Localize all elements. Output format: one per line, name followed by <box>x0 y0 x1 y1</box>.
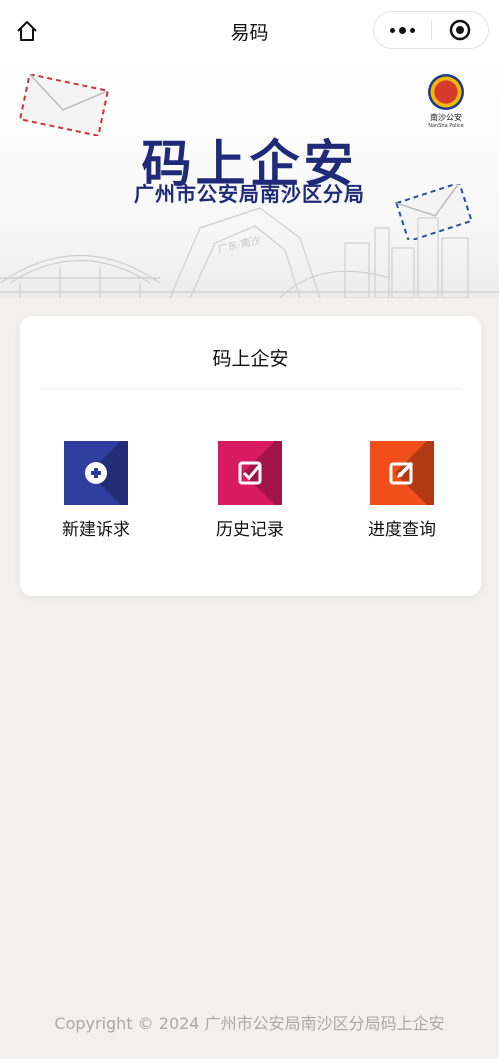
progress-query-button[interactable]: 进度查询 <box>342 441 462 540</box>
copyright-footer: Copyright © 2024 广州市公安局南沙区分局码上企安 <box>54 1014 445 1033</box>
city-skyline-illustration: 广东·南沙 <box>0 207 499 298</box>
card-title: 码上企安 <box>212 348 289 370</box>
mini-program-capsule <box>373 11 489 49</box>
close-button[interactable] <box>431 12 488 48</box>
skyline-text: 广东·南沙 <box>217 234 262 256</box>
new-request-button[interactable]: 新建诉求 <box>36 441 156 540</box>
progress-query-label: 进度查询 <box>368 520 436 540</box>
more-dots-icon <box>389 27 395 33</box>
more-button[interactable] <box>374 12 431 48</box>
new-request-tile <box>64 441 128 505</box>
history-label: 历史记录 <box>216 520 284 540</box>
police-emblem-icon <box>428 74 464 110</box>
check-box-icon <box>238 461 262 485</box>
divider <box>40 388 461 389</box>
history-button[interactable]: 历史记录 <box>190 441 310 540</box>
new-request-label: 新建诉求 <box>62 520 130 540</box>
navigation-bar: 易码 <box>0 0 499 62</box>
progress-query-tile <box>370 441 434 505</box>
target-circle-icon <box>449 19 470 41</box>
badge-text: 南沙公安 <box>430 113 462 122</box>
edit-pencil-icon <box>389 461 414 485</box>
history-tile <box>218 441 282 505</box>
service-card: 码上企安 新建诉求 历史记录 进度查询 <box>20 316 481 596</box>
plus-circle-icon <box>85 462 107 484</box>
banner: 南沙公安 NanSha Police 码上企安 广州市公安局南沙区分局 广东·南… <box>0 62 499 298</box>
